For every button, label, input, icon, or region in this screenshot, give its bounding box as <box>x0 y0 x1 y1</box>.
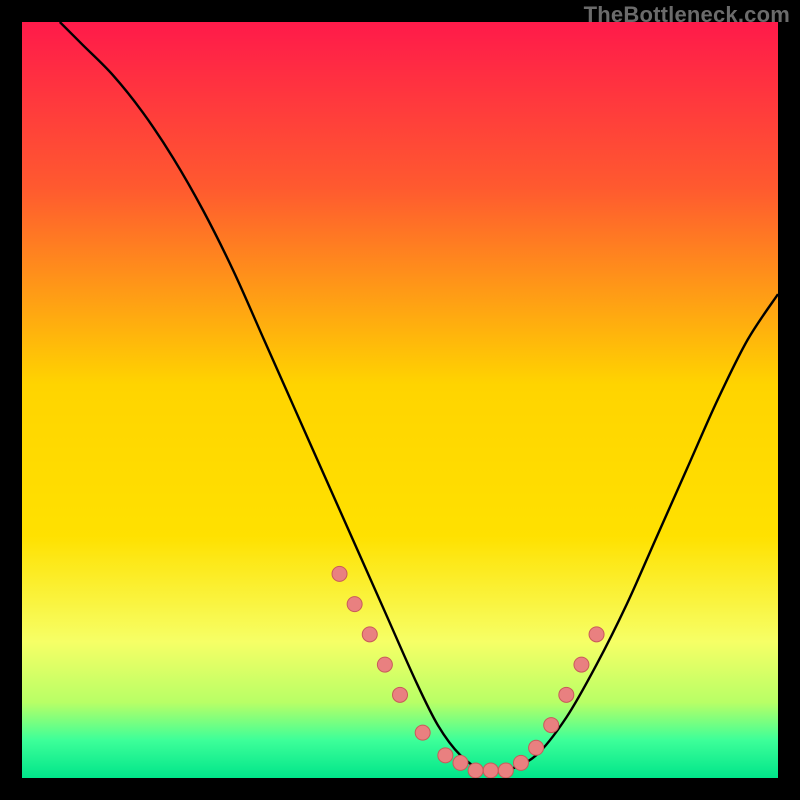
data-point <box>453 755 468 770</box>
data-point <box>362 627 377 642</box>
data-point <box>589 627 604 642</box>
watermark-label: TheBottleneck.com <box>584 2 790 28</box>
data-point <box>483 763 498 778</box>
data-point <box>347 597 362 612</box>
data-point <box>513 755 528 770</box>
data-point <box>544 718 559 733</box>
data-point <box>498 763 513 778</box>
data-point <box>559 687 574 702</box>
data-point <box>377 657 392 672</box>
data-point <box>438 748 453 763</box>
highlighted-points <box>332 566 604 778</box>
chart-frame: TheBottleneck.com <box>0 0 800 800</box>
data-point <box>468 763 483 778</box>
data-point <box>574 657 589 672</box>
points-layer <box>22 22 778 778</box>
data-point <box>393 687 408 702</box>
data-point <box>529 740 544 755</box>
data-point <box>415 725 430 740</box>
data-point <box>332 566 347 581</box>
